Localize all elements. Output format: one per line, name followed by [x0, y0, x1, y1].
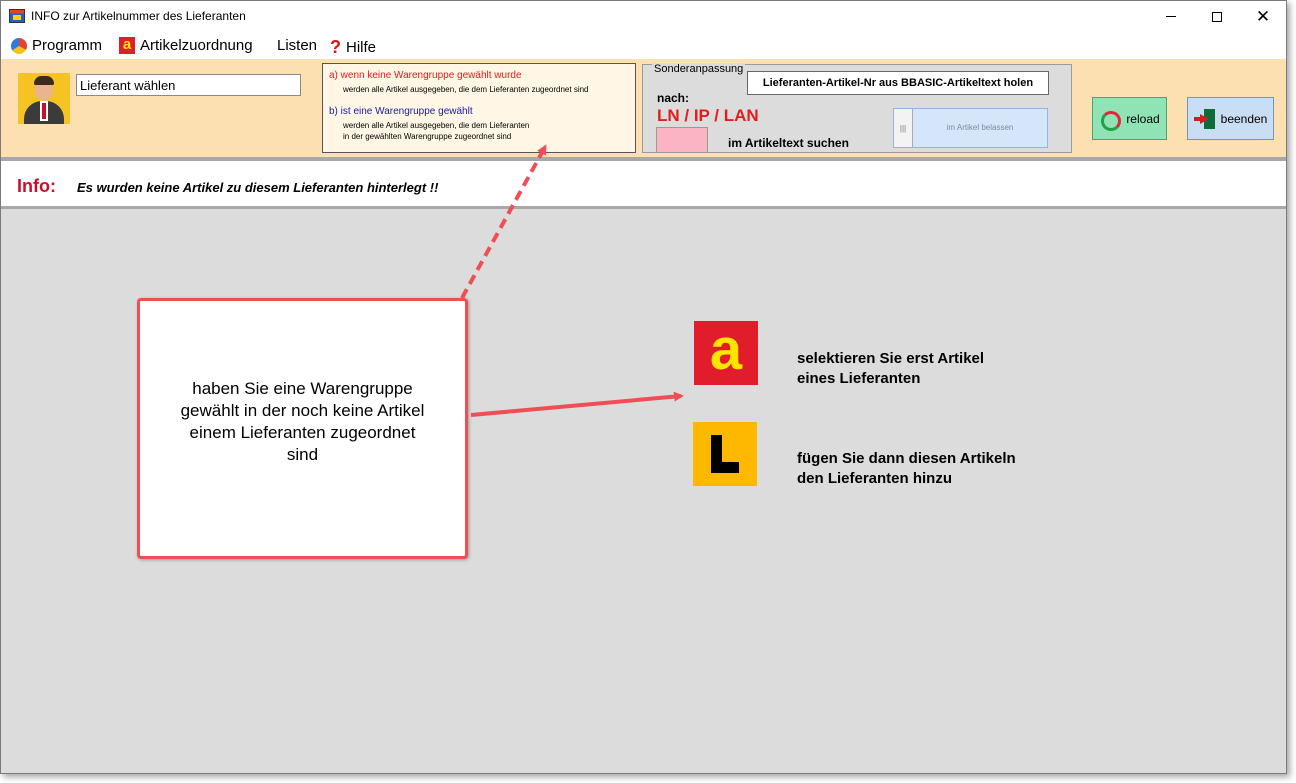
supplier-select-input[interactable] [76, 74, 301, 96]
maximize-button[interactable] [1194, 1, 1240, 32]
close-icon: ✕ [1255, 7, 1271, 26]
info-message: Es wurden keine Artikel zu diesem Liefer… [77, 180, 439, 195]
menu-hilfe[interactable]: ? Hilfe [330, 37, 376, 58]
ln-ip-lan-label: LN / IP / LAN [657, 106, 759, 125]
menu-listen-label: Listen [277, 37, 318, 54]
app-icon [9, 9, 25, 23]
reload-button[interactable]: reload [1092, 97, 1167, 140]
hint-b-text-2: in der gewählten Warengruppe zugeordnet … [343, 132, 512, 141]
fetch-artikel-nr-button[interactable]: Lieferanten-Artikel-Nr aus BBASIC-Artike… [747, 71, 1049, 95]
callout-box: haben Sie eine Warengruppe gewählt in de… [137, 298, 468, 559]
minimize-button[interactable] [1148, 1, 1194, 32]
maximize-icon [1212, 11, 1222, 22]
lieferant-l-icon [693, 422, 757, 486]
artikel-belassen-toggle[interactable]: ||| im Artikel belassen [893, 108, 1048, 148]
info-bar: Info: Es wurden keine Artikel zu diesem … [1, 161, 1286, 206]
info-label: Info: [17, 176, 56, 196]
question-icon: ? [330, 37, 341, 57]
minimize-icon [1166, 16, 1176, 17]
menu-bar: Programm a Artikelzuordnung Listen ? Hil… [1, 32, 1286, 59]
search-prefix-input[interactable] [656, 127, 708, 153]
callout-text: haben Sie eine Warengruppe gewählt in de… [180, 378, 425, 464]
legend-a-line2: eines Lieferanten [797, 370, 921, 387]
beenden-label: beenden [1220, 111, 1268, 126]
exit-icon [1193, 108, 1216, 130]
toggle-handle[interactable]: ||| [894, 109, 913, 147]
legend-l-text: fügen Sie dann diesen Artikeln den Liefe… [797, 449, 1016, 489]
artikel-a-icon: a [694, 321, 758, 385]
nach-label: nach: [657, 91, 690, 105]
suchen-label: im Artikeltext suchen [728, 136, 849, 150]
a-icon: a [119, 37, 135, 54]
toggle-label: im Artikel belassen [946, 123, 1014, 132]
hint-a: a) wenn keine Warengruppe gewählt wurde … [329, 70, 589, 95]
legend-a-text: selektieren Sie erst Artikel eines Liefe… [797, 349, 984, 389]
menu-programm[interactable]: Programm [11, 37, 102, 54]
app-window: INFO zur Artikelnummer des Lieferanten ✕… [0, 0, 1287, 774]
menu-artikelzuordnung-label: Artikelzuordnung [140, 37, 253, 54]
toolbar: a) wenn keine Warengruppe gewählt wurde … [1, 59, 1286, 157]
menu-programm-label: Programm [32, 37, 103, 54]
hint-b: b) ist eine Warengruppe gewählt werden a… [329, 106, 529, 142]
hint-b-text-1: werden alle Artikel ausgegeben, die dem … [343, 121, 530, 130]
reload-label: reload [1126, 111, 1160, 126]
info-divider [1, 206, 1286, 209]
menu-artikelzuordnung[interactable]: a Artikelzuordnung [119, 37, 253, 54]
hint-a-text: werden alle Artikel ausgegeben, die dem … [343, 85, 589, 94]
reload-icon [1099, 109, 1122, 131]
menu-listen[interactable]: Listen [277, 37, 317, 54]
legend-l-line2: den Lieferanten hinzu [797, 470, 953, 487]
beenden-button[interactable]: beenden [1187, 97, 1274, 140]
window-title: INFO zur Artikelnummer des Lieferanten [31, 9, 246, 23]
title-bar: INFO zur Artikelnummer des Lieferanten ✕ [1, 1, 1286, 32]
menu-hilfe-label: Hilfe [346, 39, 377, 56]
hint-a-heading: a) wenn keine Warengruppe gewählt wurde [329, 70, 522, 81]
supplier-avatar-icon[interactable] [18, 73, 70, 124]
close-button[interactable]: ✕ [1240, 1, 1286, 32]
legend-a-line1: selektieren Sie erst Artikel [797, 350, 985, 367]
sonderanpassung-legend: Sonderanpassung [652, 63, 746, 75]
legend-l-line1: fügen Sie dann diesen Artikeln [797, 450, 1016, 467]
globe-icon [11, 37, 27, 54]
hint-b-heading: b) ist eine Warengruppe gewählt [329, 106, 473, 117]
solid-arrow [470, 391, 684, 417]
sonderanpassung-group: Sonderanpassung Lieferanten-Artikel-Nr a… [642, 63, 1072, 153]
hint-box: a) wenn keine Warengruppe gewählt wurde … [322, 63, 636, 153]
